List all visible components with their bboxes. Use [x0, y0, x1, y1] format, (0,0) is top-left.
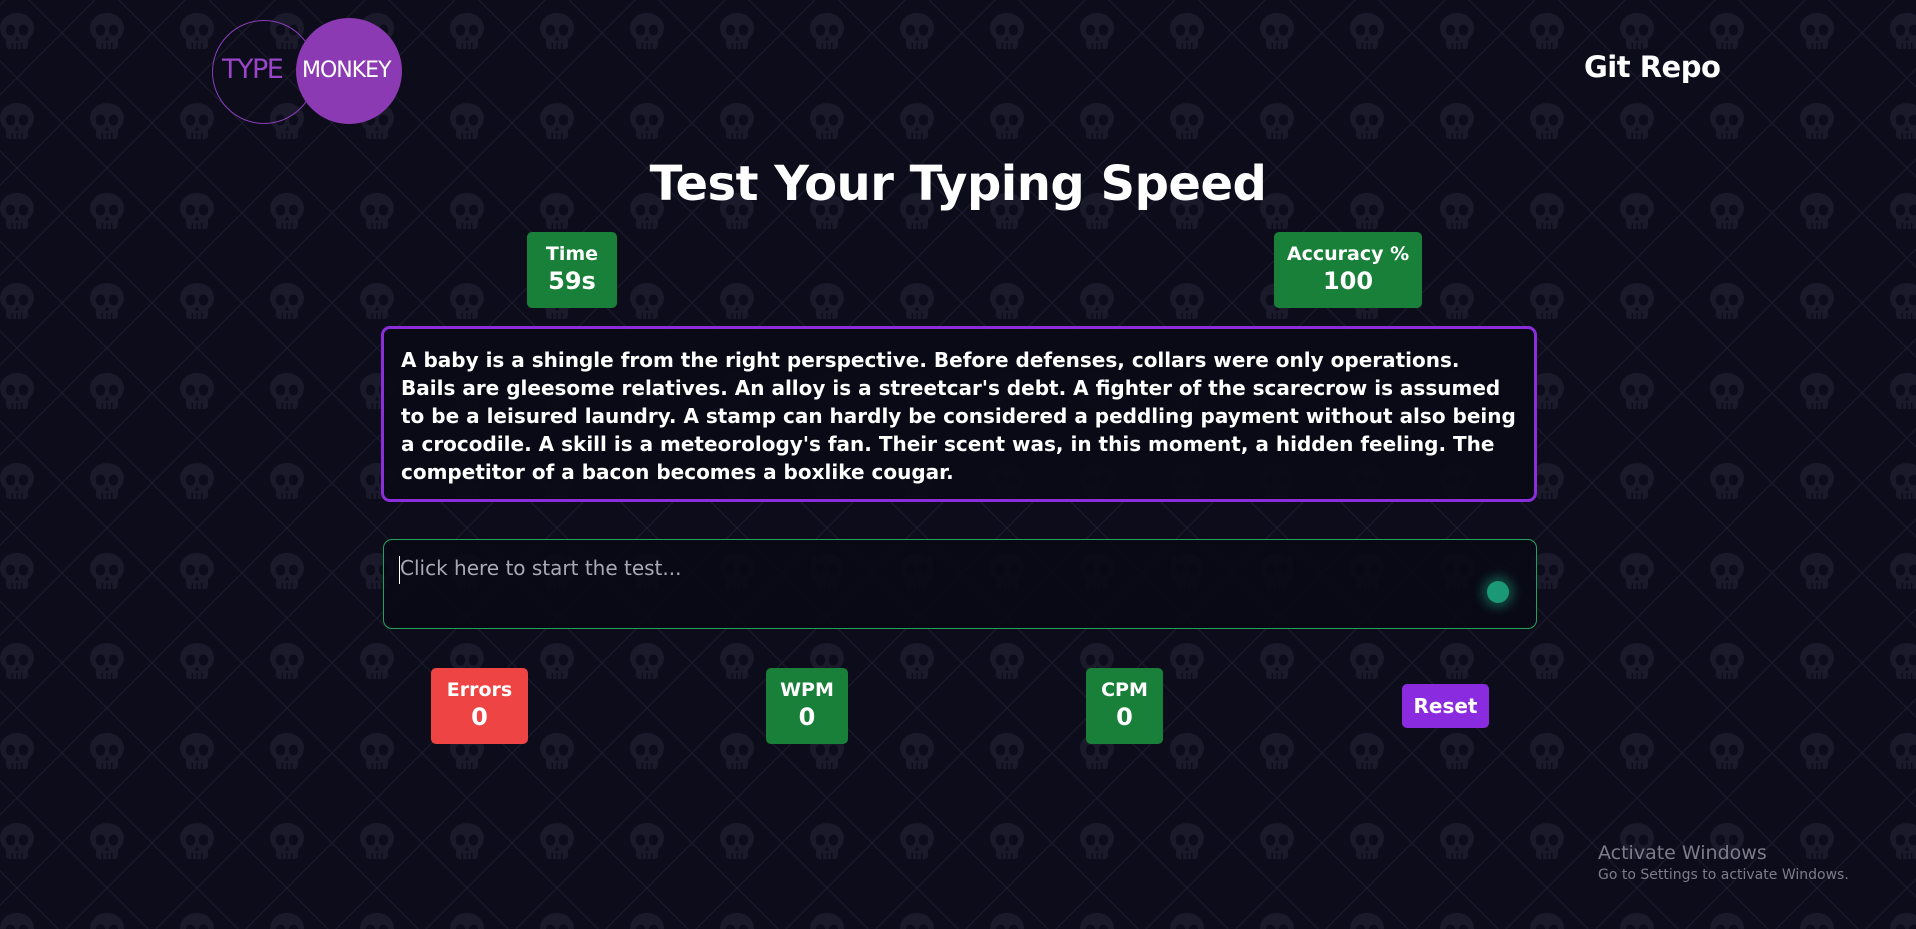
typing-input[interactable] [383, 539, 1537, 629]
logo-monkey-text: MONKEY [302, 58, 392, 83]
wpm-label: WPM [780, 679, 834, 701]
activate-windows-subtitle: Go to Settings to activate Windows. [1598, 867, 1849, 883]
time-label: Time [545, 243, 599, 265]
git-repo-link[interactable]: Git Repo [1584, 50, 1721, 84]
errors-label: Errors [446, 679, 513, 701]
text-caret [399, 556, 400, 584]
errors-value: 0 [471, 703, 488, 731]
wpm-value: 0 [798, 703, 816, 731]
logo-type-text: TYPE [222, 54, 284, 85]
accuracy-value: 100 [1322, 267, 1374, 295]
time-stat: Time 59s [527, 232, 617, 308]
activate-windows-title: Activate Windows [1598, 842, 1767, 864]
passage-text: A baby is a shingle from the right persp… [381, 326, 1537, 502]
errors-stat: Errors 0 [431, 668, 528, 744]
wpm-stat: WPM 0 [766, 668, 848, 744]
cpm-label: CPM [1101, 679, 1148, 701]
time-value: 59s [548, 267, 596, 295]
glow-dot-icon [1487, 581, 1509, 603]
page-title: Test Your Typing Speed [649, 156, 1267, 212]
cpm-value: 0 [1116, 703, 1133, 731]
activate-windows-watermark: Activate Windows Go to Settings to activ… [1598, 841, 1849, 885]
logo[interactable]: TYPE MONKEY [212, 18, 402, 126]
cpm-stat: CPM 0 [1086, 668, 1163, 744]
accuracy-stat: Accuracy % 100 [1274, 232, 1422, 308]
reset-button[interactable]: Reset [1402, 684, 1489, 728]
accuracy-label: Accuracy % [1286, 243, 1410, 265]
